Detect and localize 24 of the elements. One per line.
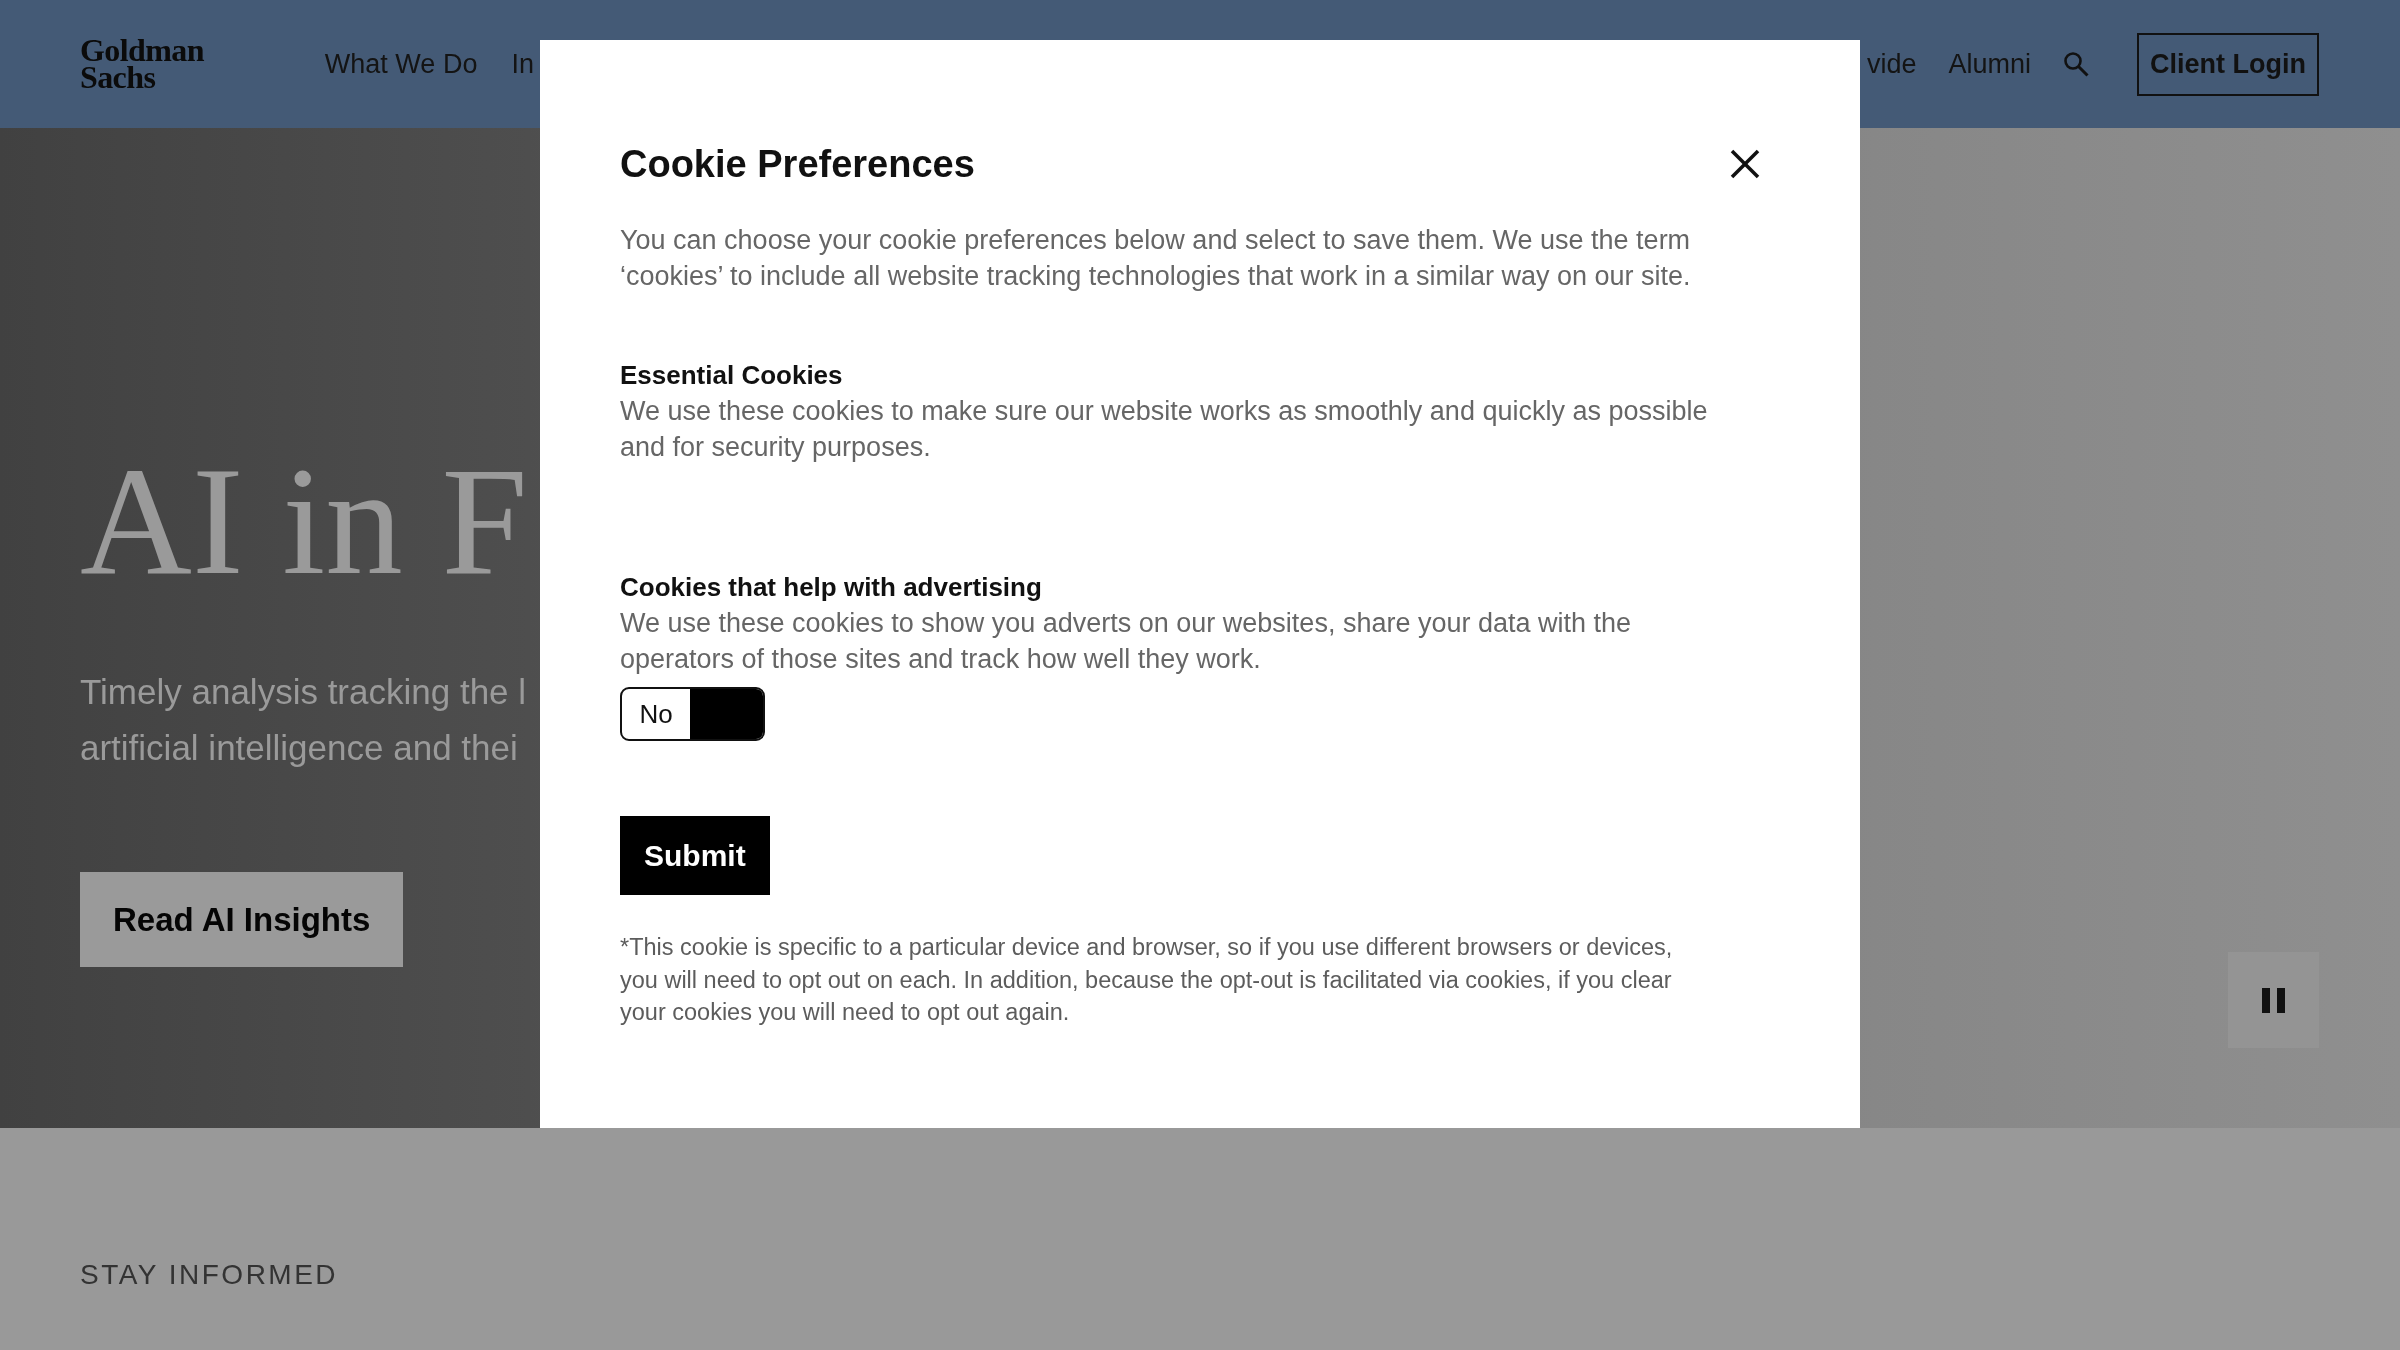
client-login-button[interactable]: Client Login — [2137, 32, 2319, 96]
dialog-title: Cookie Preferences — [620, 142, 975, 187]
search-icon[interactable] — [2063, 51, 2089, 77]
dialog-intro: You can choose your cookie preferences below and select to save them. We use the term ‘cookies’ to include all website tracking technologies that work in a similar way on our site. — [620, 224, 1692, 293]
dialog-footnote: *This cookie is specific to a particular device and browser, so if you use different browsers or devices, you will need to opt out on each. In addition, because the opt-out is facilitated via cookies, if you clear your cookies you will need to opt out again. — [620, 933, 1674, 1027]
nav-link[interactable]: What We Do — [324, 47, 478, 81]
pause-icon — [2262, 987, 2285, 1013]
read-insights-button[interactable]: Read AI Insights — [80, 872, 404, 967]
nav-link[interactable]: In — [511, 47, 534, 81]
hero-title: AI in F — [80, 444, 528, 599]
category-title: Cookies that help with advertising — [620, 571, 1042, 604]
hero-subtitle: Timely analysis tracking the l artificial intelligence and thei — [80, 671, 527, 769]
pause-button[interactable] — [2228, 952, 2319, 1048]
close-button[interactable] — [1730, 149, 1760, 179]
category-title: Essential Cookies — [620, 359, 843, 392]
section-eyebrow: STAY INFORMED — [80, 1258, 339, 1292]
submit-button[interactable]: Submit — [620, 816, 770, 895]
category-description: We use these cookies to show you adverts on our websites, share your data with the operators of those sites and track how well they work. — [620, 607, 1633, 676]
close-icon — [1730, 149, 1760, 179]
nav-link[interactable]: Alumni — [1948, 47, 2031, 81]
nav-link[interactable]: vide — [1866, 47, 1917, 81]
toggle-switch[interactable]: No — [620, 687, 765, 741]
logo[interactable]: Goldman Sachs — [80, 37, 204, 91]
category-description: We use these cookies to make sure our website works as smoothly and quickly as possible and for security purposes. — [620, 395, 1709, 464]
